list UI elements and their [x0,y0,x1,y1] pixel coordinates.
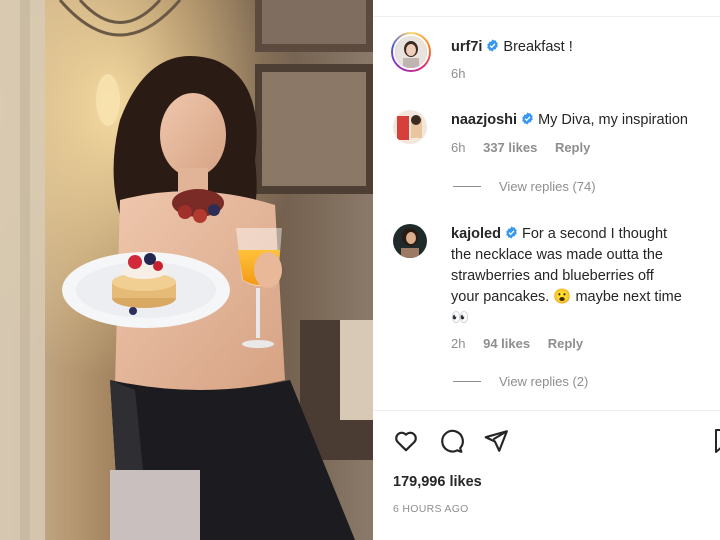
view-replies-button[interactable]: View replies (74) [453,179,596,194]
view-replies-button[interactable]: View replies (2) [453,374,588,389]
comment-text-line: 👀 [451,310,470,326]
view-replies-label: View replies (74) [499,179,596,194]
comment-like-count[interactable]: 337 likes [483,140,537,155]
comment-meta: 2h 94 likes Reply [451,333,583,354]
post-timestamp[interactable]: 6 HOURS AGO [393,503,469,515]
comment-text-line: the necklace was made outta the [451,247,663,263]
comment-naazjoshi: naazjoshi My Diva, my inspiration [451,109,688,131]
post-media[interactable] [0,0,373,540]
commenter-avatar-kajoled[interactable] [393,224,427,258]
comment-text: My Diva, my inspiration [538,112,688,128]
view-replies-label: View replies (2) [499,374,589,389]
likes-count[interactable]: 179,996 likes [393,474,482,490]
comment-text-line: For a second I thought [521,226,668,242]
actions-divider [373,410,720,411]
comment-text-line: strawberries and blueberries off [451,268,654,284]
bookmark-icon[interactable] [712,428,720,454]
reply-button[interactable]: Reply [548,336,583,351]
author-username[interactable]: urf7i [451,39,482,55]
verified-badge-icon [522,112,533,125]
verified-badge-icon [487,39,499,52]
verified-badge-icon [506,226,517,239]
comment-like-count[interactable]: 94 likes [483,336,530,351]
replies-dash [453,186,481,187]
replies-dash [453,381,481,382]
caption-age: 6h [451,66,466,81]
commenter-username[interactable]: kajoled [451,226,501,242]
post-sidebar: urf7i Breakfast ! 6h naazjoshi My Diva, my… [373,0,720,540]
commenter-avatar-image [393,224,427,258]
caption: urf7i Breakfast ! [451,36,573,58]
commenter-avatar-image [393,110,427,144]
commenter-avatar-naazjoshi[interactable] [393,110,427,144]
comment-age: 6h [451,140,466,155]
author-avatar-image [395,36,427,68]
heart-icon[interactable] [393,428,419,454]
comment-line-1: kajoled For a second I thought [451,223,713,245]
reply-button[interactable]: Reply [555,140,590,155]
comment-kajoled: kajoled For a second I thought the neckla… [451,223,713,329]
commenter-username[interactable]: naazjoshi [451,112,517,128]
comment-meta: 6h 337 likes Reply [451,137,590,158]
share-icon[interactable] [483,428,509,454]
comment-text-line: your pancakes. 😮 maybe next time [451,289,682,305]
author-avatar[interactable] [391,32,431,72]
post-photo [0,0,373,540]
comment-age: 2h [451,336,466,351]
caption-text: Breakfast ! [503,39,573,55]
comment-icon[interactable] [438,428,464,454]
top-divider [373,16,720,17]
